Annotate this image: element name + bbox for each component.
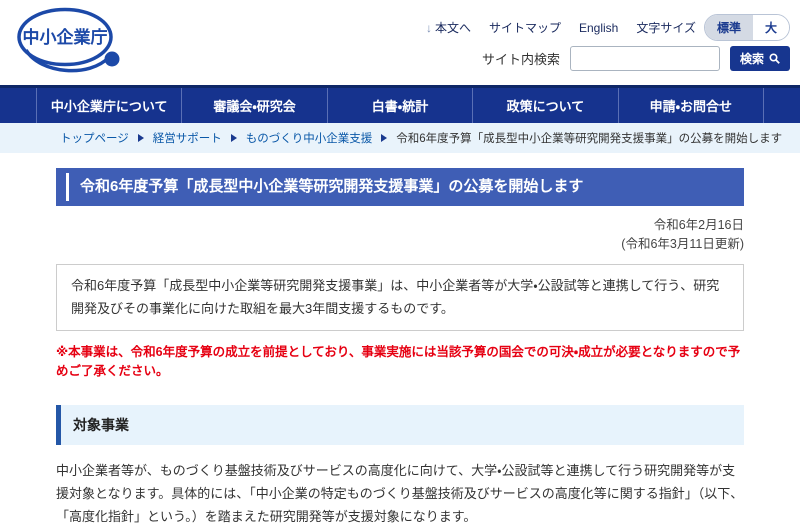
date-block: 令和6年2月16日 (令和6年3月11日更新) <box>56 216 744 255</box>
font-size-control: 文字サイズ 標準 大 <box>636 14 790 41</box>
down-arrow-icon: ↓ <box>425 20 432 35</box>
english-link[interactable]: English <box>579 21 618 35</box>
summary-box: 令和6年度予算「成長型中小企業等研究開発支援事業」は、中小企業者等が大学・公設試… <box>56 263 744 332</box>
breadcrumb-monodzukuri-support[interactable]: ものづくり中小企業支援 <box>246 130 373 146</box>
breadcrumb-current-page: 令和6年度予算「成長型中小企業等研究開発支援事業」の公募を開始します <box>396 133 783 145</box>
page-title: 令和6年度予算「成長型中小企業等研究開発支援事業」の公募を開始します <box>56 168 744 206</box>
posted-date: 令和6年2月16日 <box>653 218 744 232</box>
section-heading-target-projects: 対象事業 <box>56 404 744 445</box>
breadcrumb-arrow-icon <box>137 134 144 142</box>
search-label: サイト内検索 <box>481 52 560 67</box>
nav-item-about[interactable]: 中小企業庁について <box>36 88 181 123</box>
budget-warning-note: ※本事業は、令和6年度予算の成立を前提としており、事業実施には当該予算の国会での… <box>56 345 741 378</box>
breadcrumb-management-support[interactable]: 経営サポート <box>153 130 222 146</box>
breadcrumb-arrow-icon <box>381 134 388 142</box>
sitemap-link[interactable]: サイトマップ <box>489 19 561 36</box>
search-button-label: 検索 <box>739 52 764 66</box>
utility-nav: ↓ 本文へ サイトマップ English 文字サイズ 標準 大 <box>426 14 790 41</box>
search-icon <box>769 53 780 64</box>
main-content: 令和6年度予算「成長型中小企業等研究開発支援事業」の公募を開始します 令和6年2… <box>56 168 744 529</box>
search-input[interactable] <box>569 46 720 71</box>
nav-item-whitepaper-stats[interactable]: 白書・統計 <box>326 88 472 123</box>
updated-date: (令和6年3月11日更新) <box>621 237 744 252</box>
search-button[interactable]: 検索 <box>729 46 790 71</box>
site-search: サイト内検索 検索 <box>482 46 790 71</box>
breadcrumb: トップページ 経営サポート ものづくり中小企業支援 令和6年度予算「成長型中小企… <box>0 123 800 153</box>
font-size-pill: 標準 大 <box>703 14 790 41</box>
font-size-large-button[interactable]: 大 <box>752 15 789 40</box>
agency-logo-text: 中小企業庁 <box>23 27 108 47</box>
target-projects-description: 中小企業者等が、ものづくり基盤技術及びサービスの高度化に向けて、大学・公設試等と… <box>56 462 744 524</box>
agency-logo[interactable]: 中小企業庁 <box>12 4 124 85</box>
skip-link-label[interactable]: 本文へ <box>435 19 471 36</box>
breadcrumb-arrow-icon <box>230 134 237 142</box>
nav-item-policy[interactable]: 政策について <box>472 88 617 123</box>
skip-to-content-link[interactable]: ↓ 本文へ <box>426 19 471 36</box>
global-nav: 中小企業庁について 審議会・研究会 白書・統計 政策について 申請・お問合せ <box>0 85 800 123</box>
site-header: 中小企業庁 ↓ 本文へ サイトマップ English 文字サイズ 標準 大 サイ… <box>0 0 800 85</box>
font-size-standard-button[interactable]: 標準 <box>704 15 753 40</box>
breadcrumb-home[interactable]: トップページ <box>60 130 129 146</box>
font-size-label: 文字サイズ <box>636 21 696 35</box>
nav-item-apply-contact[interactable]: 申請・お問合せ <box>617 88 765 123</box>
agency-logo-icon: 中小企業庁 <box>17 7 120 73</box>
nav-item-councils[interactable]: 審議会・研究会 <box>181 88 326 123</box>
